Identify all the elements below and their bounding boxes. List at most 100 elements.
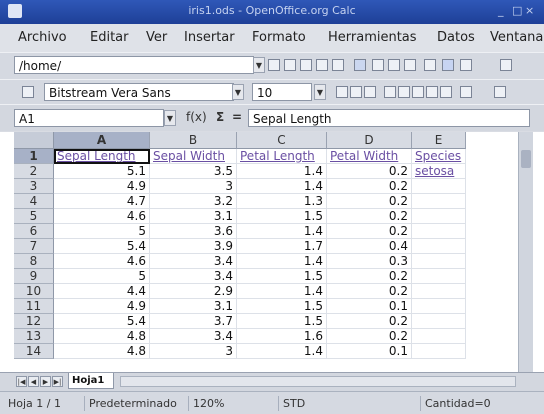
cell-c3[interactable]: 1.4	[237, 179, 327, 194]
column-header-c[interactable]: C	[237, 132, 327, 149]
cell-d14[interactable]: 0.1	[327, 344, 412, 359]
cell-a2[interactable]: 5.1	[54, 164, 150, 179]
cell-b12[interactable]: 3.7	[150, 314, 237, 329]
cell-a12[interactable]: 5.4	[54, 314, 150, 329]
cell-e8[interactable]	[412, 254, 466, 269]
menu-herramientas[interactable]: Herramientas	[328, 30, 417, 45]
cell-e2[interactable]: setosa	[412, 164, 466, 179]
cell-b7[interactable]: 3.9	[150, 239, 237, 254]
print-icon[interactable]	[388, 59, 400, 71]
cell-a5[interactable]: 4.6	[54, 209, 150, 224]
cell-c5[interactable]: 1.5	[237, 209, 327, 224]
row-header[interactable]: 13	[14, 329, 54, 344]
cell-d11[interactable]: 0.1	[327, 299, 412, 314]
menu-archivo[interactable]: Archivo	[18, 30, 67, 45]
cell-b8[interactable]: 3.4	[150, 254, 237, 269]
cell-d1[interactable]: Petal Width	[327, 149, 412, 164]
align-right-icon[interactable]	[412, 86, 424, 98]
navigator-icon[interactable]	[500, 59, 512, 71]
load-url-field[interactable]: /home/	[14, 56, 254, 74]
menu-formato[interactable]: Formato	[252, 30, 306, 45]
align-center-icon[interactable]	[398, 86, 410, 98]
row-header[interactable]: 1	[14, 149, 54, 164]
cell-d2[interactable]: 0.2	[327, 164, 412, 179]
row-header[interactable]: 7	[14, 239, 54, 254]
sheet-tab-hoja1[interactable]: Hoja1	[68, 373, 114, 389]
cell-d7[interactable]: 0.4	[327, 239, 412, 254]
cell-d5[interactable]: 0.2	[327, 209, 412, 224]
cell-c7[interactable]: 1.7	[237, 239, 327, 254]
equals-icon[interactable]: =	[232, 110, 242, 124]
font-size-field[interactable]: 10	[252, 83, 312, 101]
menu-ventana[interactable]: Ventana	[490, 30, 543, 45]
cell-a3[interactable]: 4.9	[54, 179, 150, 194]
cell-c13[interactable]: 1.6	[237, 329, 327, 344]
cell-e14[interactable]	[412, 344, 466, 359]
cell-e1[interactable]: Species	[412, 149, 466, 164]
cell-b1[interactable]: Sepal Width	[150, 149, 237, 164]
new-icon[interactable]	[284, 59, 296, 71]
email-icon[interactable]	[332, 59, 344, 71]
cell-c1[interactable]: Petal Length	[237, 149, 327, 164]
row-header[interactable]: 8	[14, 254, 54, 269]
cell-b9[interactable]: 3.4	[150, 269, 237, 284]
cell-a1[interactable]: Sepal Length	[54, 149, 150, 164]
cell-e4[interactable]	[412, 194, 466, 209]
cell-a10[interactable]: 4.4	[54, 284, 150, 299]
cell-d6[interactable]: 0.2	[327, 224, 412, 239]
close-button[interactable]: ×	[525, 4, 534, 17]
status-mode[interactable]: STD	[278, 396, 305, 411]
cell-e12[interactable]	[412, 314, 466, 329]
cell-e3[interactable]	[412, 179, 466, 194]
formula-input[interactable]: Sepal Length	[248, 109, 530, 127]
cell-d3[interactable]: 0.2	[327, 179, 412, 194]
cell-e10[interactable]	[412, 284, 466, 299]
prev-sheet-button[interactable]: ◀	[28, 376, 39, 387]
row-header[interactable]: 11	[14, 299, 54, 314]
edit-file-icon[interactable]	[268, 59, 280, 71]
autospell-icon[interactable]	[442, 59, 454, 71]
cell-b6[interactable]: 3.6	[150, 224, 237, 239]
cell-a6[interactable]: 5	[54, 224, 150, 239]
edit-mode-icon[interactable]	[354, 59, 366, 71]
cell-a13[interactable]: 4.8	[54, 329, 150, 344]
cell-c12[interactable]: 1.5	[237, 314, 327, 329]
next-sheet-button[interactable]: ▶	[40, 376, 51, 387]
row-header[interactable]: 6	[14, 224, 54, 239]
status-page-style[interactable]: Predeterminado	[84, 396, 177, 411]
row-header[interactable]: 3	[14, 179, 54, 194]
font-name-field[interactable]: Bitstream Vera Sans	[44, 83, 234, 101]
cell-a4[interactable]: 4.7	[54, 194, 150, 209]
cell-e13[interactable]	[412, 329, 466, 344]
cell-a7[interactable]: 5.4	[54, 239, 150, 254]
vertical-scrollbar[interactable]	[518, 132, 533, 372]
row-header[interactable]: 14	[14, 344, 54, 359]
cell-b2[interactable]: 3.5	[150, 164, 237, 179]
row-header[interactable]: 4	[14, 194, 54, 209]
name-box[interactable]: A1	[14, 109, 164, 127]
cell-b3[interactable]: 3	[150, 179, 237, 194]
cell-c9[interactable]: 1.5	[237, 269, 327, 284]
url-dropdown-button[interactable]: ▼	[253, 57, 265, 73]
justify-icon[interactable]	[426, 86, 438, 98]
cell-c6[interactable]: 1.4	[237, 224, 327, 239]
cell-c2[interactable]: 1.4	[237, 164, 327, 179]
cell-b10[interactable]: 2.9	[150, 284, 237, 299]
select-all-corner[interactable]	[14, 132, 54, 149]
font-color-icon[interactable]	[494, 86, 506, 98]
pdf-export-icon[interactable]	[372, 59, 384, 71]
spreadsheet-grid[interactable]: A B C D E 1 Sepal Length Sepal Width Petal Lengt…	[0, 132, 544, 372]
function-wizard-icon[interactable]: f(x)	[186, 110, 207, 124]
row-header[interactable]: 12	[14, 314, 54, 329]
cell-c14[interactable]: 1.4	[237, 344, 327, 359]
font-size-dropdown[interactable]: ▼	[314, 84, 326, 100]
cell-e5[interactable]	[412, 209, 466, 224]
cell-b4[interactable]: 3.2	[150, 194, 237, 209]
font-name-dropdown[interactable]: ▼	[232, 84, 244, 100]
status-zoom[interactable]: 120%	[188, 396, 224, 411]
horizontal-scrollbar[interactable]	[120, 376, 516, 387]
column-header-e[interactable]: E	[412, 132, 466, 149]
cell-e6[interactable]	[412, 224, 466, 239]
cell-c10[interactable]: 1.4	[237, 284, 327, 299]
cell-d10[interactable]: 0.2	[327, 284, 412, 299]
